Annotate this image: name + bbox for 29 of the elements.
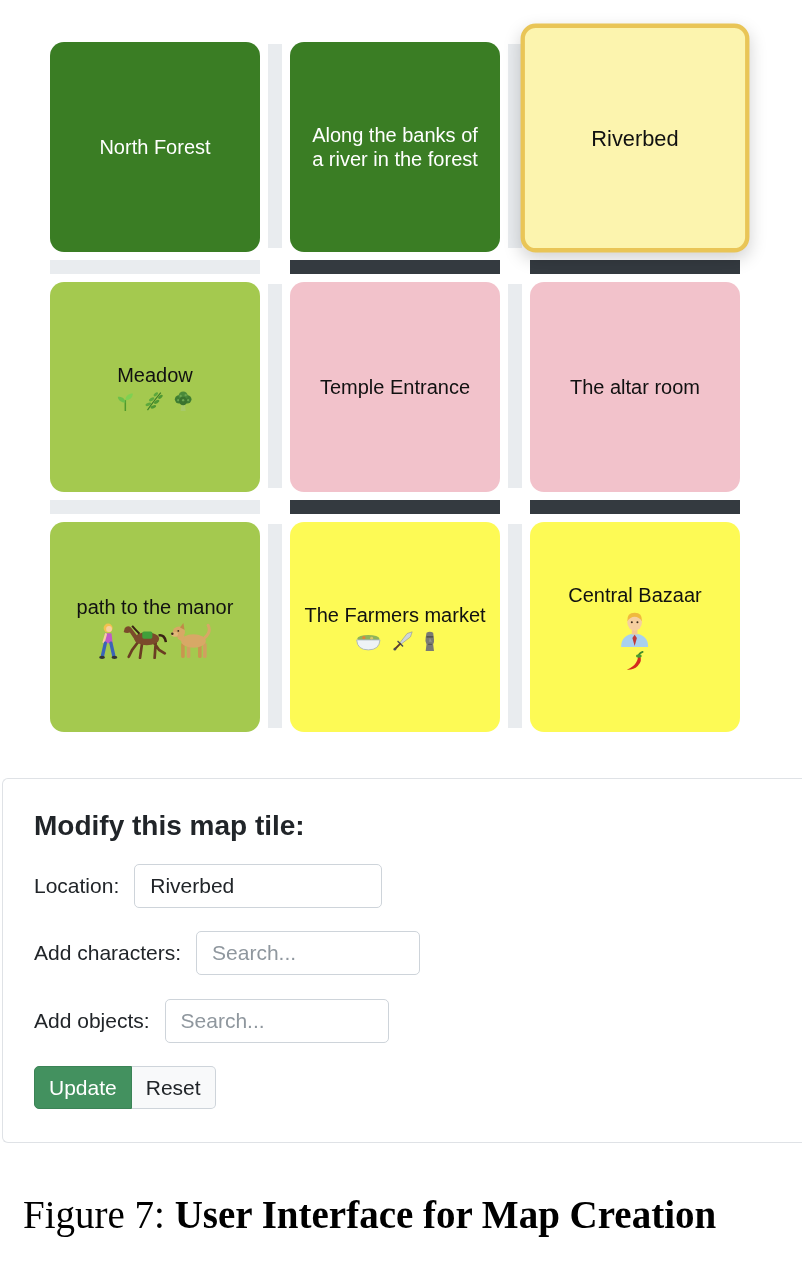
secondary-button[interactable]: Reset xyxy=(131,1066,216,1110)
field-label: Location: xyxy=(34,873,120,898)
primary-button[interactable]: Update xyxy=(34,1066,132,1110)
form-title: Modify this map tile: xyxy=(34,809,306,843)
stone-head-icon xyxy=(423,631,436,651)
map-tile[interactable]: Meadow xyxy=(50,282,260,492)
herb-icon xyxy=(145,391,164,411)
horse-icon xyxy=(122,623,168,659)
chili-pepper-icon xyxy=(625,651,645,671)
map-tile[interactable]: Central Bazaar xyxy=(530,522,740,732)
map-tile[interactable]: Temple Entrance xyxy=(290,282,500,492)
walking-person-icon xyxy=(98,623,119,659)
map-tile[interactable]: Riverbed xyxy=(520,23,750,253)
map-tile[interactable]: path to the manor xyxy=(50,522,260,732)
map-tile[interactable]: The Farmers market xyxy=(290,522,500,732)
search-field[interactable]: Search... xyxy=(164,998,389,1043)
map-tile[interactable]: North Forest xyxy=(50,42,260,252)
map-tile[interactable]: The altar room xyxy=(530,282,740,492)
input-field[interactable]: Riverbed xyxy=(134,863,383,908)
map-tile[interactable]: Along the banks of a river in the forest xyxy=(290,42,500,252)
field-label: Add objects: xyxy=(34,1008,150,1033)
broccoli-icon xyxy=(174,391,193,411)
field-label: Add characters: xyxy=(34,941,182,966)
figure-caption: Figure 7: User Interface for Map Creation xyxy=(22,1192,718,1239)
search-field[interactable]: Search... xyxy=(196,931,421,976)
seedling-icon xyxy=(117,391,134,411)
dog-icon xyxy=(171,623,212,659)
dagger-icon xyxy=(392,631,413,651)
man-with-tie-icon xyxy=(620,611,650,647)
